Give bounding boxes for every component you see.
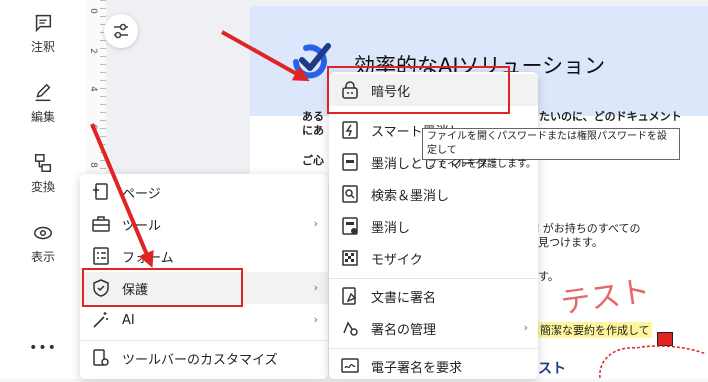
ruler-number: 2	[87, 48, 98, 54]
more-button[interactable]: •••	[18, 340, 68, 356]
ruler-number: 8	[87, 162, 98, 168]
ruler-number: 6	[87, 124, 98, 130]
convert-icon	[34, 154, 52, 172]
highlight-box-encrypt	[327, 66, 510, 114]
edit-icon	[35, 83, 51, 102]
menu-item-label: モザイク	[371, 252, 423, 268]
document-text: ご心	[302, 154, 324, 167]
document-text: スト	[538, 361, 566, 377]
menu-item-label: ページ	[122, 186, 161, 202]
menu-item-sign-document[interactable]: 文書に署名	[329, 280, 538, 312]
toolbox-icon	[92, 216, 110, 232]
rail-item-annotate[interactable]: 注釈	[18, 12, 68, 55]
mosaic-icon	[342, 250, 358, 266]
rail-item-edit[interactable]: 編集	[18, 82, 68, 125]
menu-item-label: AI	[122, 312, 135, 328]
menu-item-label: 墨消し	[371, 220, 411, 236]
menu-divider	[329, 348, 538, 349]
menu-item-customize-toolbar[interactable]: ツールバーのカスタマイズ	[80, 342, 328, 374]
menu-item-request-esign[interactable]: 電子署名を要求	[329, 350, 538, 382]
menu-item-mosaic[interactable]: モザイク	[329, 242, 538, 274]
smart-redact-icon	[342, 121, 358, 139]
highlight-box-protect	[82, 268, 243, 307]
chevron-right-icon: ›	[313, 281, 318, 294]
document-text: す。	[538, 270, 559, 283]
mark-redact-icon	[342, 153, 358, 171]
menu-item-label: 署名の管理	[371, 322, 437, 338]
tooltip-line: ファイルを保護します。	[427, 159, 536, 170]
redact-icon	[342, 217, 358, 235]
sign-document-icon	[342, 287, 357, 305]
menu-item-label: ツール	[122, 218, 162, 234]
menu-item-redact[interactable]: 墨消し	[329, 210, 538, 242]
document-text: たいのに、どのドキュメント	[539, 110, 682, 123]
comment-icon	[35, 14, 52, 33]
encrypt-tooltip: ファイルを開くパスワードまたは権限パスワードを設定して ファイルを保護します。	[422, 128, 680, 170]
menu-item-label: フォーム	[122, 250, 174, 266]
chevron-right-icon: ›	[313, 313, 318, 326]
rail-item-label: 表示	[30, 250, 55, 264]
protect-submenu: 暗号化 スマート墨消し 墨消しとしてマーク 検索＆墨消し 墨消し モザイク 文書…	[329, 72, 538, 379]
customize-toolbar-icon	[93, 349, 109, 366]
menu-item-tools[interactable]: ツール ›	[80, 208, 328, 240]
menu-item-label: 検索＆墨消し	[371, 188, 450, 204]
menu-divider	[80, 340, 328, 341]
tooltip-line: ファイルを開くパスワードまたは権限パスワードを設定して	[427, 131, 667, 156]
rail-item-label: 編集	[30, 110, 55, 124]
rail-item-label: 変換	[30, 180, 55, 194]
document-text: 見つけます。	[538, 236, 603, 249]
toolbar-settings-button[interactable]	[104, 14, 138, 48]
chevron-right-icon: ›	[523, 321, 528, 334]
menu-item-label: ツールバーのカスタマイズ	[122, 352, 278, 368]
ruler-number: 0	[87, 8, 98, 14]
sliders-icon	[114, 23, 128, 39]
chevron-right-icon: ›	[313, 217, 318, 230]
cloud-shape-annotation[interactable]	[596, 340, 708, 379]
rail-item-view[interactable]: 表示	[18, 222, 68, 265]
menu-item-search-redact[interactable]: 検索＆墨消し	[329, 178, 538, 210]
eye-icon	[34, 226, 52, 240]
more-icon: •••	[29, 340, 57, 356]
menu-item-ai[interactable]: AI ›	[80, 304, 328, 336]
search-redact-icon	[342, 185, 358, 203]
ruler-number: 4	[87, 86, 98, 92]
menu-item-manage-signature[interactable]: 署名の管理 ›	[329, 312, 538, 344]
rail-item-label: 注釈	[30, 40, 55, 54]
request-esign-icon	[341, 358, 359, 373]
menu-item-label: 文書に署名	[371, 290, 437, 306]
rail-item-convert[interactable]: 変換	[18, 152, 68, 195]
left-rail: 注釈 編集 変換 表示 •••	[0, 0, 86, 379]
form-icon	[93, 247, 109, 265]
magic-wand-icon	[93, 312, 108, 328]
menu-item-page[interactable]: ページ	[80, 176, 328, 208]
manage-signature-icon	[343, 321, 358, 336]
page-icon	[93, 183, 108, 200]
document-text: にあ	[302, 124, 324, 137]
highlighted-text[interactable]: 簡潔な要約を作成して	[538, 322, 652, 338]
menu-item-label: 電子署名を要求	[371, 360, 463, 376]
menu-divider	[329, 278, 538, 279]
